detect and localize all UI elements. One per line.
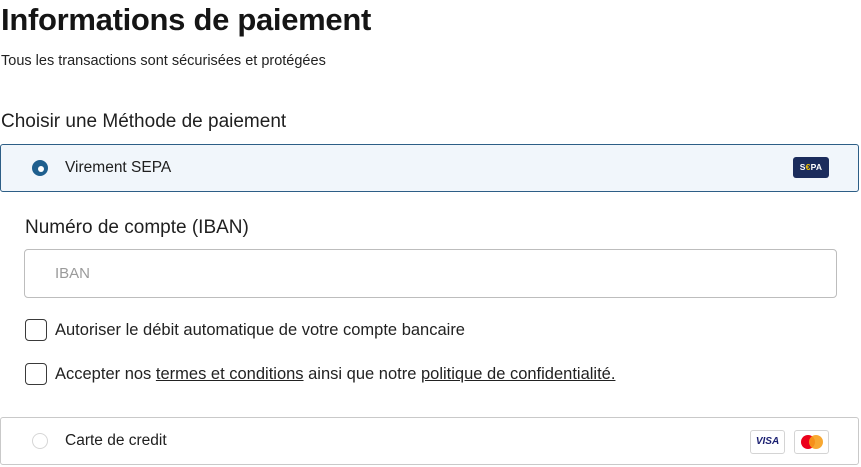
terms-prefix: Accepter nos	[55, 364, 156, 383]
terms-checkbox[interactable]	[25, 363, 47, 385]
mastercard-logo-icon	[794, 430, 829, 454]
autodebit-label: Autoriser le débit automatique de votre …	[55, 320, 465, 339]
autodebit-checkbox[interactable]	[25, 319, 47, 341]
payment-option-card[interactable]: Carte de credit VISA	[0, 417, 859, 465]
terms-link[interactable]: termes et conditions	[156, 365, 304, 383]
terms-label: Accepter nos termes et conditions ainsi …	[55, 365, 615, 384]
iban-label: Numéro de compte (IBAN)	[25, 217, 249, 238]
payment-option-card-label: Carte de credit	[65, 432, 167, 449]
autodebit-row: Autoriser le débit automatique de votre …	[25, 319, 465, 341]
terms-row: Accepter nos termes et conditions ainsi …	[25, 363, 615, 385]
visa-logo-icon: VISA	[750, 430, 785, 454]
payment-option-sepa[interactable]: Virement SEPA S€PA	[0, 144, 859, 192]
privacy-link[interactable]: politique de confidentialité.	[421, 365, 615, 383]
payment-option-sepa-label: Virement SEPA	[65, 159, 172, 176]
page-title: Informations de paiement	[1, 2, 372, 37]
iban-input[interactable]	[24, 249, 837, 298]
terms-middle: ainsi que notre	[303, 364, 421, 383]
payment-method-label: Choisir une Méthode de paiement	[1, 111, 287, 132]
page-subtitle: Tous les transactions sont sécurisées et…	[1, 53, 326, 69]
sepa-logo-icon: S€PA	[793, 157, 829, 178]
radio-unselected-icon[interactable]	[32, 433, 48, 449]
radio-selected-icon[interactable]	[32, 160, 48, 176]
